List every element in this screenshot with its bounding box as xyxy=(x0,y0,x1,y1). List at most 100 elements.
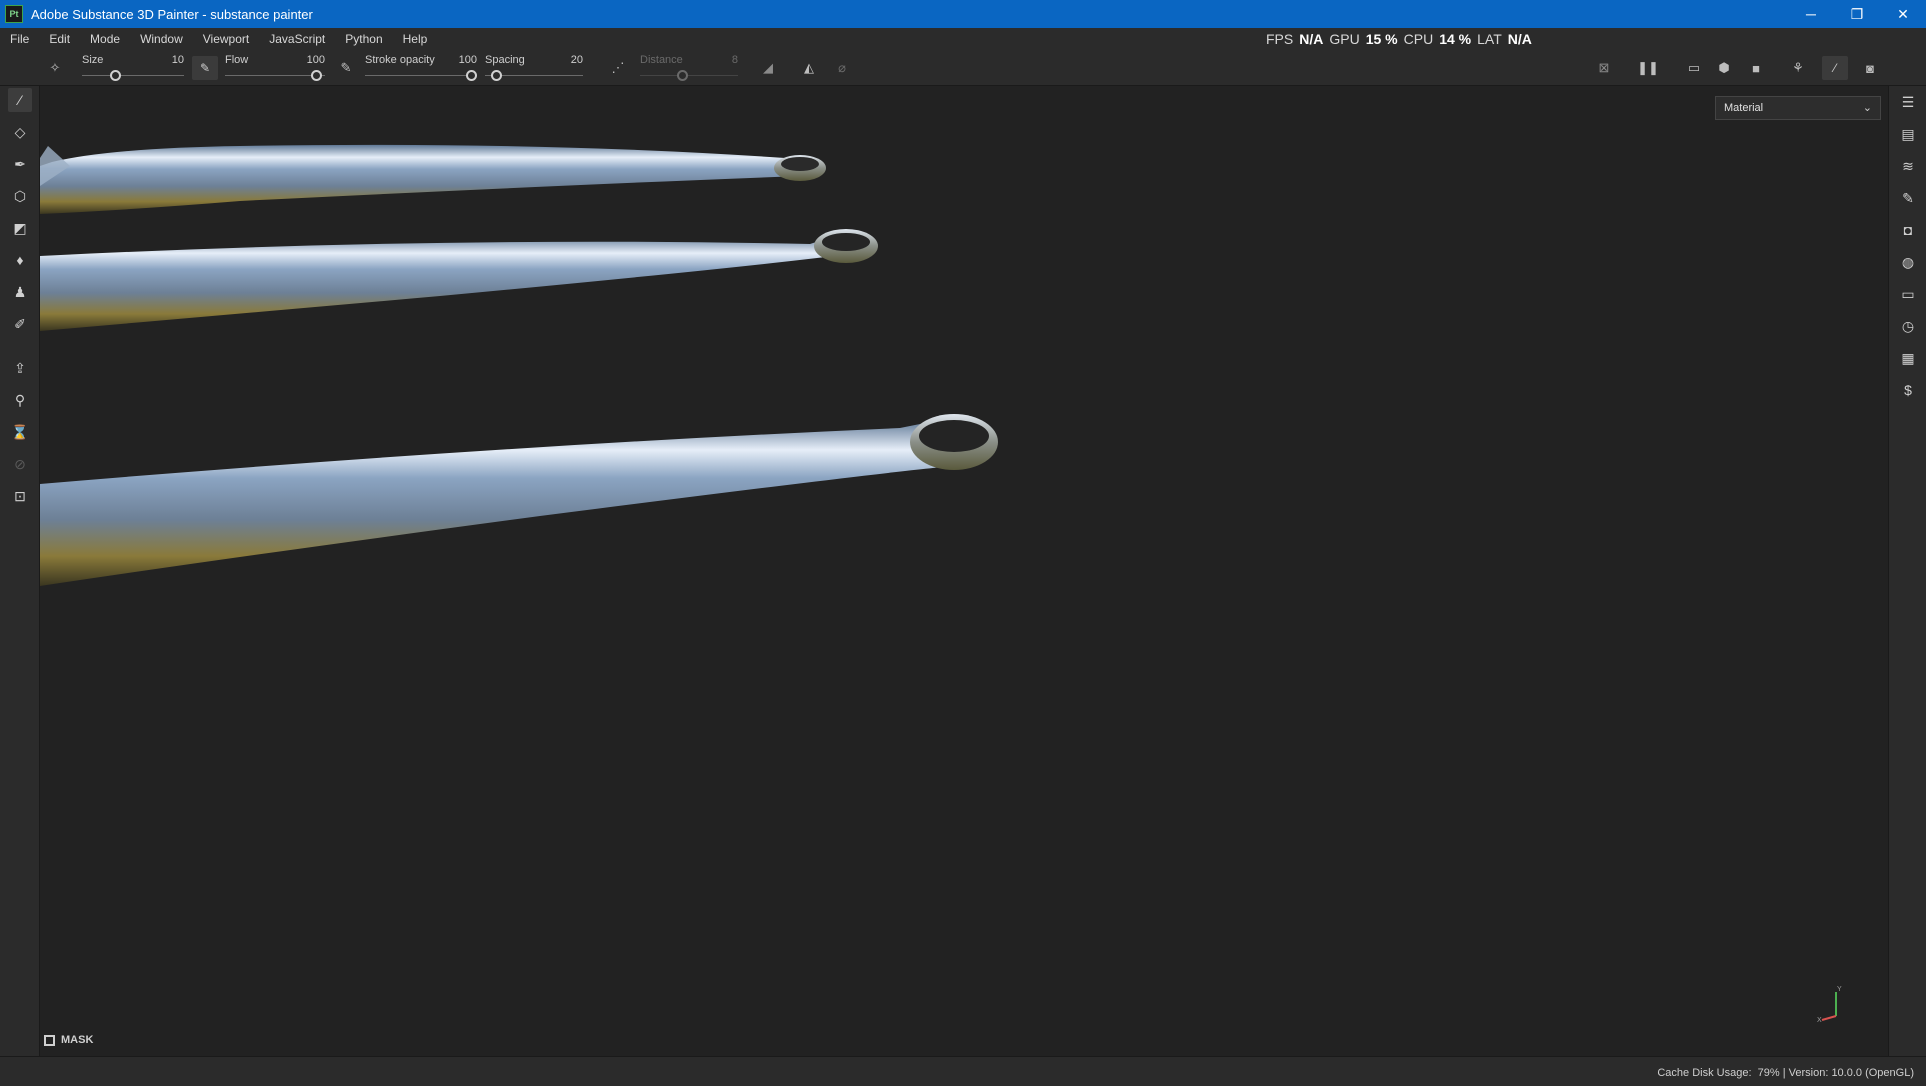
geometry-fill-icon[interactable]: ⬡ xyxy=(8,184,32,208)
spacing-knob[interactable] xyxy=(491,70,502,81)
cpu-label: CPU xyxy=(1403,31,1434,47)
menu-javascript[interactable]: JavaScript xyxy=(259,32,335,46)
mask-label: MASK xyxy=(61,1034,94,1046)
bake-export-icon[interactable]: ⇪ xyxy=(8,356,32,380)
layers-panel-icon[interactable]: ☰ xyxy=(1896,90,1920,114)
flow-value: 100 xyxy=(306,54,325,66)
gpu-value: 15 % xyxy=(1365,31,1398,47)
distance-label: Distance xyxy=(640,54,683,66)
close-icon: ✕ xyxy=(1897,5,1909,22)
mask-indicator[interactable]: MASK xyxy=(44,1034,93,1046)
view-2d-3d-icon[interactable]: ▭ xyxy=(1684,58,1704,78)
spacing-slider[interactable]: Spacing 20 xyxy=(485,54,583,84)
pause-render-icon[interactable]: ❚❚ xyxy=(1637,58,1659,78)
status-separator: | xyxy=(1782,1067,1786,1079)
status-text: Cache Disk Usage: 79% | Version: 10.0.0 … xyxy=(1657,1067,1914,1079)
stroke-opacity-label: Stroke opacity xyxy=(365,54,435,66)
line-angle-icon[interactable]: ◢ xyxy=(758,58,778,78)
distance-value: 8 xyxy=(731,54,738,66)
measure-tool-icon[interactable]: ⊡ xyxy=(8,484,32,508)
needle-top[interactable] xyxy=(40,144,826,214)
menu-python[interactable]: Python xyxy=(335,32,392,46)
log-icon[interactable]: ▦ xyxy=(1896,346,1920,370)
app-logo-icon: Pt xyxy=(5,5,23,23)
spacing-label: Spacing xyxy=(485,54,525,66)
stroke-opacity-track xyxy=(365,75,477,76)
3d-viewport[interactable]: Material ⌄ MASK Y X xyxy=(40,86,1888,1056)
paint-mode-toggle[interactable]: ⁄ xyxy=(1822,56,1848,80)
fps-value: N/A xyxy=(1299,31,1324,47)
minimize-button[interactable]: ─ xyxy=(1788,0,1834,28)
clone-stamp-icon[interactable]: ♟ xyxy=(8,280,32,304)
color-picker-icon[interactable]: ✐ xyxy=(8,312,32,336)
stroke-opacity-slider[interactable]: Stroke opacity 100 xyxy=(365,54,477,84)
cache-label: Cache Disk Usage: xyxy=(1657,1067,1752,1079)
paint-tool-icon[interactable]: ⁄ xyxy=(8,88,32,112)
uv-tool-icon: ⊘ xyxy=(14,455,26,472)
size-knob[interactable] xyxy=(110,70,121,81)
flow-label: Flow xyxy=(225,54,249,66)
cache-value: 79% xyxy=(1757,1067,1780,1079)
spacing-value: 20 xyxy=(570,54,583,66)
flow-knob[interactable] xyxy=(311,70,322,81)
mask-checkbox[interactable] xyxy=(44,1034,55,1046)
brush-alpha-icon[interactable]: ✧ xyxy=(45,58,65,78)
needle-bottom[interactable] xyxy=(40,414,998,586)
iray-render-icon[interactable]: ⚘ xyxy=(1788,58,1808,78)
stroke-pressure-icon[interactable]: ✎ xyxy=(336,58,356,78)
pen-pressure-icon: ✎ xyxy=(199,61,211,75)
assets-icon[interactable]: ▭ xyxy=(1896,282,1920,306)
hide-mesh-icon[interactable]: ⊠ xyxy=(1594,58,1614,78)
symmetry-icon[interactable]: ◭ xyxy=(799,58,819,78)
gizmo-x-label: X xyxy=(1817,1017,1822,1024)
polygon-fill-icon[interactable]: ◩ xyxy=(8,216,32,240)
lazy-mouse-icon[interactable]: ⋰ xyxy=(608,58,628,78)
viewport-channel-value: Material xyxy=(1724,102,1764,114)
display-settings-icon[interactable]: ◘ xyxy=(1896,218,1920,242)
eraser-tool-icon[interactable]: ◇ xyxy=(8,120,32,144)
properties-icon[interactable]: ✎ xyxy=(1896,186,1920,210)
needle-middle[interactable] xyxy=(40,229,878,331)
lat-label: LAT xyxy=(1477,31,1502,47)
flow-slider[interactable]: Flow 100 xyxy=(225,54,325,84)
right-toolbar: ☰ ▤ ≋ ✎ ◘ ◍ ▭ ◷ ▦ $ xyxy=(1888,86,1926,1056)
projection-tool-icon[interactable]: ✒ xyxy=(8,152,32,176)
menu-edit[interactable]: Edit xyxy=(39,32,80,46)
history-icon[interactable]: ◷ xyxy=(1896,314,1920,338)
environment-icon[interactable]: ◍ xyxy=(1896,250,1920,274)
close-button[interactable]: ✕ xyxy=(1880,0,1926,28)
size-track xyxy=(82,75,184,76)
size-slider[interactable]: Size 10 xyxy=(82,54,184,84)
window-title: Adobe Substance 3D Painter - substance p… xyxy=(31,6,313,22)
menu-help[interactable]: Help xyxy=(393,32,438,46)
axis-gizmo: Y X xyxy=(1817,986,1842,1024)
viewport-scene[interactable] xyxy=(40,86,1888,1056)
display-mode-icon[interactable]: ⬢ xyxy=(1714,58,1734,78)
restore-icon: ❐ xyxy=(1850,5,1864,22)
restore-button[interactable]: ❐ xyxy=(1834,0,1880,28)
menu-file[interactable]: File xyxy=(0,32,39,46)
stack-icon[interactable]: ≋ xyxy=(1896,154,1920,178)
distance-slider[interactable]: Distance 8 xyxy=(640,54,738,84)
substance-share-icon[interactable]: $ xyxy=(1896,378,1920,402)
menu-viewport[interactable]: Viewport xyxy=(193,32,259,46)
distance-knob[interactable] xyxy=(677,70,688,81)
status-bar: Cache Disk Usage: 79% | Version: 10.0.0 … xyxy=(0,1056,1926,1086)
paintbrush-icon: ⁄ xyxy=(1833,61,1836,75)
left-toolbar: ⁄ ◇ ✒ ⬡ ◩ ♦ ♟ ✐ ⇪ ⚲ ⌛ ⊘ ⊡ xyxy=(0,86,40,1056)
lat-value: N/A xyxy=(1507,31,1532,47)
flow-pressure-toggle[interactable]: ✎ xyxy=(192,56,218,80)
camera-icon[interactable]: ■ xyxy=(1746,58,1766,78)
menu-window[interactable]: Window xyxy=(130,32,193,46)
size-label: Size xyxy=(82,54,104,66)
symmetry-settings-icon[interactable]: ⌀ xyxy=(832,58,852,78)
texture-set-icon[interactable]: ▤ xyxy=(1896,122,1920,146)
path-tool-icon[interactable]: ⚲ xyxy=(8,388,32,412)
stroke-opacity-knob[interactable] xyxy=(466,70,477,81)
viewport-channel-select[interactable]: Material ⌄ xyxy=(1715,96,1881,120)
menu-mode[interactable]: Mode xyxy=(80,32,130,46)
flow-track xyxy=(225,75,325,76)
smudge-tool-icon[interactable]: ♦ xyxy=(8,248,32,272)
fps-label: FPS xyxy=(1266,31,1294,47)
screenshot-icon[interactable]: ◙ xyxy=(1860,58,1880,78)
